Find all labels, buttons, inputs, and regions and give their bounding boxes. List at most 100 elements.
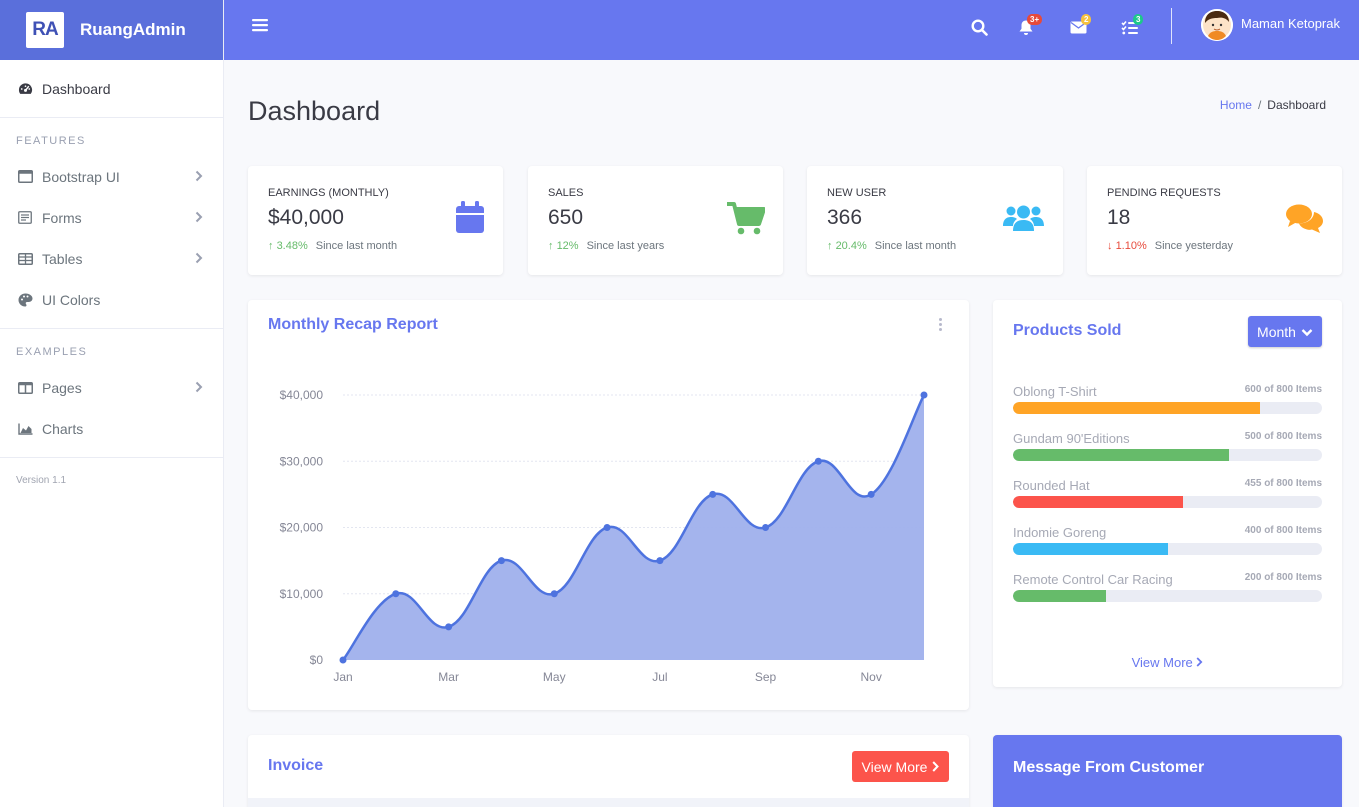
stat-delta-value: 3.48% [276,240,308,252]
stat-value: $40,000 [268,206,344,229]
y-tick-label: $30,000 [280,454,324,468]
product-count: 200 of 800 Items [1244,572,1322,583]
sidebar-item-label: Pages [42,379,82,396]
stat-delta: ↑ 3.48% Since last month [268,240,397,252]
x-tick-label: Jul [652,670,667,684]
month-dropdown-button[interactable]: Month [1248,316,1322,347]
stat-label: New User [827,187,887,199]
bell-icon[interactable]: 3+ [1015,14,1043,38]
progress-bar [1013,402,1322,414]
stat-delta: ↑ 12% Since last years [548,240,664,252]
product-row: Gundam 90'Editions 500 of 800 Items [1013,431,1322,461]
progress-bar [1013,590,1322,602]
sidebar-item-label: Dashboard [42,80,111,97]
data-point [762,524,770,531]
stat-card-sales: Sales 650 ↑ 12% Since last years [528,166,783,275]
sidebar-item-bootstrap-ui[interactable]: Bootstrap UI [0,156,223,197]
invoice-view-more-button[interactable]: View More [852,751,949,782]
products-sold-card: Products Sold Month Oblong T-Shirt 600 of… [993,300,1342,687]
x-tick-label: May [543,670,566,684]
data-point [445,623,453,631]
x-tick-label: Jan [333,670,352,684]
invoice-table-header [248,798,969,807]
stat-label: Sales [548,187,584,199]
stat-card-earnings: Earnings (Monthly) $40,000 ↑ 3.48% Since … [248,166,503,275]
sidebar-item-ui-colors[interactable]: UI Colors [0,279,223,320]
x-tick-label: Mar [438,670,459,684]
sidebar-item-dashboard[interactable]: Dashboard [0,68,223,109]
product-count: 400 of 800 Items [1244,525,1322,536]
progress-bar [1013,449,1322,461]
divider [0,457,223,458]
progress-fill [1013,496,1183,508]
columns-icon [17,380,33,396]
stat-value: 650 [548,206,584,229]
breadcrumb-home[interactable]: Home [1220,98,1252,112]
view-more-link[interactable]: View More [993,655,1342,670]
data-point [497,557,505,565]
avatar[interactable] [1201,9,1233,41]
stat-delta-value: 1.10% [1115,240,1147,252]
stat-since: Since yesterday [1154,240,1234,252]
stat-card-new-user: New User 366 ↑ 20.4% Since last month [807,166,1063,275]
tasks-icon[interactable]: 3 [1119,14,1144,38]
arrow-up-icon: ↑ [548,240,554,252]
y-tick-label: $40,000 [280,388,324,402]
progress-bar [1013,496,1322,508]
product-row: Rounded Hat 455 of 800 Items [1013,478,1322,508]
breadcrumb-current: Dashboard [1267,98,1326,112]
messages-badge: 2 [1081,14,1092,25]
stat-value: 366 [827,206,863,229]
sidebar-item-charts[interactable]: Charts [0,408,223,449]
product-row: Remote Control Car Racing 200 of 800 Item… [1013,572,1322,602]
stat-since: Since last month [874,240,957,252]
message-from-customer-card: Message From Customer [993,735,1342,807]
stat-delta: ↓ 1.10% Since yesterday [1107,240,1233,252]
dropdown-label: Month [1257,323,1296,340]
brand-logo: RA [26,12,64,48]
data-point [709,490,717,498]
chevron-down-icon [1301,324,1313,340]
breadcrumb: Home / Dashboard [1219,98,1326,112]
stat-label: Pending Requests [1107,187,1221,199]
tachometer-icon [17,81,33,97]
arrow-up-icon: ↑ [827,240,833,252]
form-icon [17,210,33,226]
page-title: Dashboard [248,96,381,126]
sidebar-heading-features: FEATURES [16,135,86,147]
chevron-right-icon [195,251,203,267]
product-row: Oblong T-Shirt 600 of 800 Items [1013,384,1322,414]
table-icon [17,251,33,267]
sidebar-item-tables[interactable]: Tables [0,238,223,279]
brand[interactable]: RA RuangAdmin [0,0,223,60]
data-point [603,524,611,531]
chevron-right-icon [195,380,203,396]
card-title: Products Sold [1013,322,1122,339]
arrow-up-icon: ↑ [268,240,274,252]
search-icon[interactable] [968,16,990,38]
sidebar-item-pages[interactable]: Pages [0,367,223,408]
sidebar-item-forms[interactable]: Forms [0,197,223,238]
sidebar-item-label: Tables [42,250,83,267]
topbar-divider [1171,8,1172,44]
users-icon [1003,204,1044,237]
invoice-card: Invoice View More [248,735,969,807]
comments-icon [1286,204,1323,239]
stat-since: Since last month [315,240,398,252]
stat-delta-value: 12% [556,240,579,252]
product-count: 600 of 800 Items [1244,384,1322,395]
user-name[interactable]: Maman Ketoprak [1241,16,1340,31]
arrow-down-icon: ↓ [1107,240,1113,252]
stat-since: Since last years [586,240,665,252]
progress-fill [1013,590,1106,602]
hamburger-menu-icon[interactable] [249,14,271,36]
envelope-icon[interactable]: 2 [1067,14,1092,38]
chart-area-icon [17,421,33,437]
chevron-right-icon [1196,655,1203,670]
area-chart: $0 $10,000 $20,000 $30,000 $40,000 Jan Mar May J… [280,388,928,684]
progress-fill [1013,449,1230,461]
stat-delta-value: 20.4% [835,240,867,252]
y-tick-label: $0 [310,653,324,667]
chevron-right-icon [195,210,203,226]
y-tick-label: $10,000 [280,587,324,601]
